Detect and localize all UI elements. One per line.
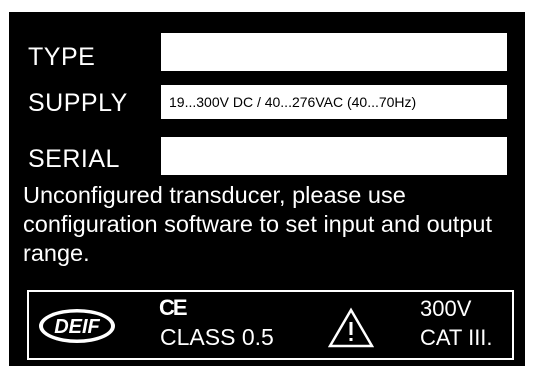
accuracy-class: CLASS 0.5 xyxy=(160,324,274,350)
type-field xyxy=(161,33,507,71)
supply-label: SUPPLY xyxy=(28,89,128,117)
serial-field xyxy=(161,137,507,175)
certification-box: DEIF CE CLASS 0.5 300V CAT III. xyxy=(27,290,514,360)
device-label-plate: TYPE SUPPLY 19...300V DC / 40...276VAC (… xyxy=(9,12,525,366)
type-label: TYPE xyxy=(28,43,96,71)
deif-logo: DEIF xyxy=(39,309,115,343)
voltage-rating: 300V xyxy=(420,296,472,321)
serial-label: SERIAL xyxy=(28,145,120,173)
configuration-message: Unconfigured transducer, please use conf… xyxy=(23,182,493,266)
logo-text: DEIF xyxy=(54,316,100,338)
ce-mark: CE xyxy=(159,295,188,320)
supply-field: 19...300V DC / 40...276VAC (40...70Hz) xyxy=(161,85,507,119)
warning-triangle-icon xyxy=(328,307,374,348)
supply-value: 19...300V DC / 40...276VAC (40...70Hz) xyxy=(169,94,417,110)
measurement-category: CAT III. xyxy=(420,325,493,350)
